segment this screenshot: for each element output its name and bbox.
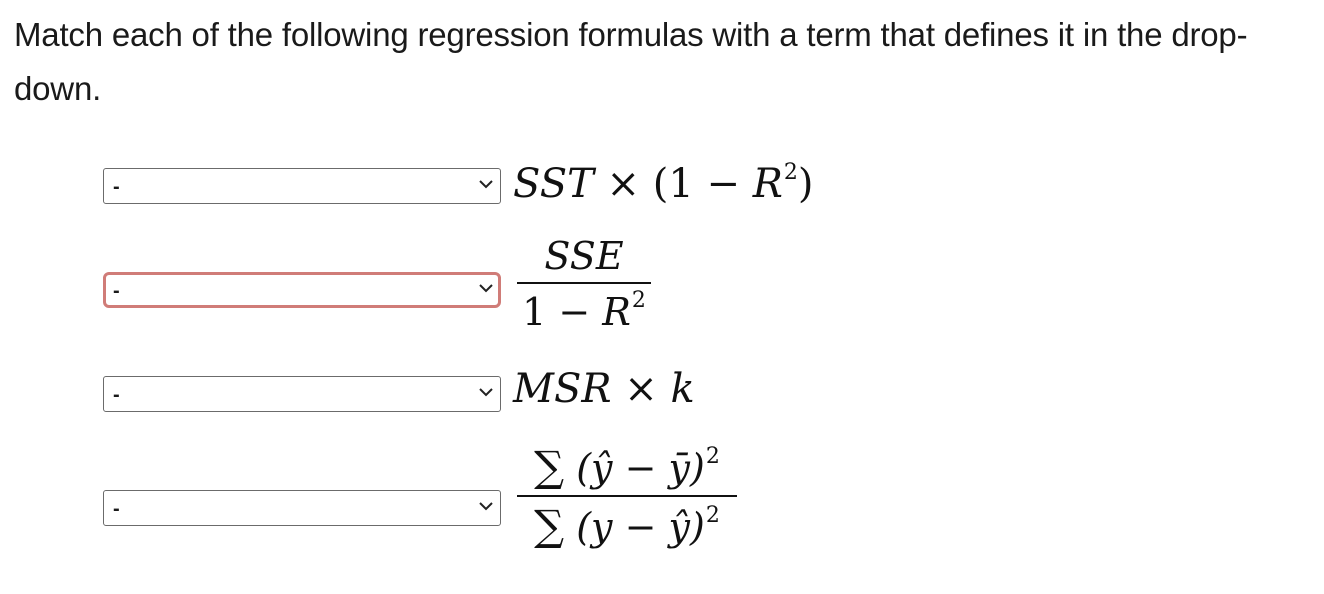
match-row-2: - SSE 1 − R2 <box>103 232 1303 334</box>
dropdown-selected-value: - <box>113 280 120 302</box>
term-dropdown-2[interactable]: - <box>103 272 501 308</box>
formula-explained-over-residual-ratio: ∑ (ŷ − ȳ)2 ∑ (y − ŷ)2 <box>517 442 737 550</box>
term-dropdown-4[interactable]: - <box>103 490 501 526</box>
formula-sse-over-one-minus-r2: SSE 1 − R2 <box>517 234 651 334</box>
match-row-4: - ∑ (ŷ − ȳ)2 ∑ (y − ŷ)2 <box>103 440 1303 550</box>
formula-msr-times-k: MSR × k <box>513 366 695 412</box>
fraction-bar <box>517 495 737 497</box>
formula-sst-times-one-minus-r2: SST × (1 − R2) <box>513 160 814 207</box>
chevron-down-icon <box>479 284 493 293</box>
fraction-bar <box>517 282 651 284</box>
question-prompt: Match each of the following regression f… <box>14 16 1248 107</box>
chevron-down-icon <box>479 388 493 397</box>
dropdown-selected-value: - <box>113 384 120 406</box>
dropdown-selected-value: - <box>113 176 120 198</box>
term-dropdown-1[interactable]: - <box>103 168 501 204</box>
chevron-down-icon <box>479 502 493 511</box>
chevron-down-icon <box>479 180 493 189</box>
dropdown-selected-value: - <box>113 498 120 520</box>
match-row-3: - MSR × k <box>103 358 1303 438</box>
match-row-1: - SST × (1 − R2) <box>103 150 1303 230</box>
term-dropdown-3[interactable]: - <box>103 376 501 412</box>
